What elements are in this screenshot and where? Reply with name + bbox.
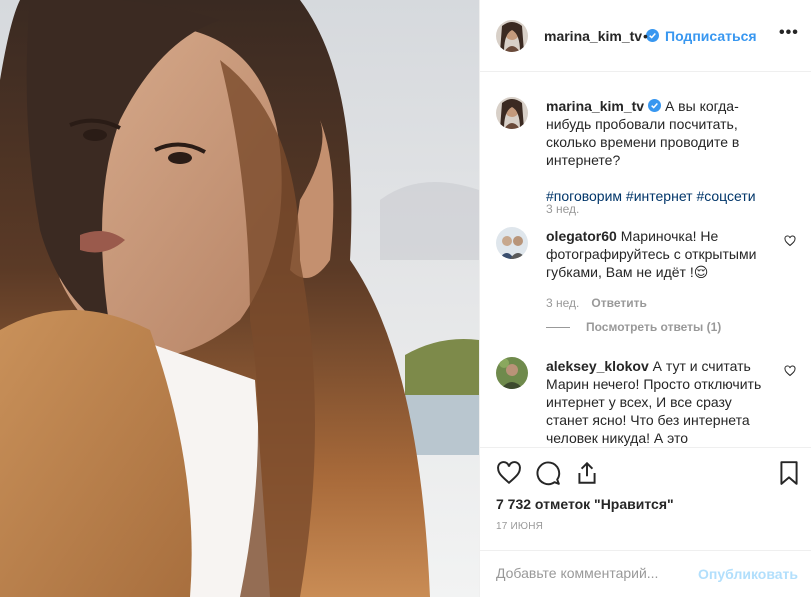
commenter-avatar[interactable] (496, 227, 528, 259)
comments-list[interactable]: marina_kim_tv А вы когда-нибудь пробовал… (480, 73, 811, 447)
post-header: marina_kim_tv • Подписаться ••• (480, 0, 811, 72)
view-replies-label[interactable]: Посмотреть ответы (1) (586, 320, 721, 334)
comment-text-block: aleksey_klokov А тут и считать Марин неч… (546, 357, 762, 447)
verified-badge-icon (648, 99, 662, 112)
likes-count[interactable]: 7 732 отметок "Нравится" (496, 496, 674, 512)
more-options-icon[interactable]: ••• (779, 24, 799, 42)
follow-button[interactable]: Подписаться (665, 28, 757, 44)
publish-button[interactable]: Опубликовать (698, 566, 798, 582)
comment-meta: 3 нед. Ответить (546, 296, 647, 310)
post-photo-image (0, 0, 479, 597)
caption-author[interactable]: marina_kim_tv (546, 98, 662, 114)
author-username[interactable]: marina_kim_tv (544, 28, 660, 44)
caption-author-avatar[interactable] (496, 97, 528, 129)
header-separator: • (643, 28, 648, 44)
author-username-text[interactable]: marina_kim_tv (544, 28, 642, 44)
post-photo[interactable] (0, 0, 479, 597)
small-heart-icon[interactable] (784, 235, 796, 247)
view-replies-button[interactable]: Посмотреть ответы (1) (546, 320, 721, 334)
add-comment-bar: Опубликовать (480, 550, 811, 597)
post-side-panel: marina_kim_tv • Подписаться ••• marina_k… (479, 0, 811, 597)
share-icon[interactable] (574, 460, 600, 486)
reply-button[interactable]: Ответить (591, 296, 646, 310)
heart-icon[interactable] (496, 460, 522, 486)
verified-badge-icon (646, 29, 660, 42)
commenter-avatar[interactable] (496, 357, 528, 389)
caption-text-block: marina_kim_tv А вы когда-нибудь пробовал… (546, 97, 778, 205)
commenter-username[interactable]: olegator60 (546, 228, 617, 244)
caption-age[interactable]: 3 нед. (546, 202, 579, 216)
comment-input[interactable] (496, 565, 696, 581)
comment-bubble-icon[interactable] (535, 460, 561, 486)
small-heart-icon[interactable] (784, 365, 796, 377)
comment-age[interactable]: 3 нед. (546, 296, 579, 310)
caption-author-text[interactable]: marina_kim_tv (546, 98, 644, 114)
bookmark-icon[interactable] (776, 460, 802, 486)
post-actions: 7 732 отметок "Нравится" 17 ИЮНЯ Опублик… (480, 447, 811, 597)
comment-text-block: olegator60 Мариночка! Не фотографируйтес… (546, 227, 762, 281)
post-date[interactable]: 17 ИЮНЯ (496, 521, 543, 532)
replies-divider (546, 327, 570, 329)
commenter-username[interactable]: aleksey_klokov (546, 358, 649, 374)
author-avatar[interactable] (496, 20, 528, 52)
